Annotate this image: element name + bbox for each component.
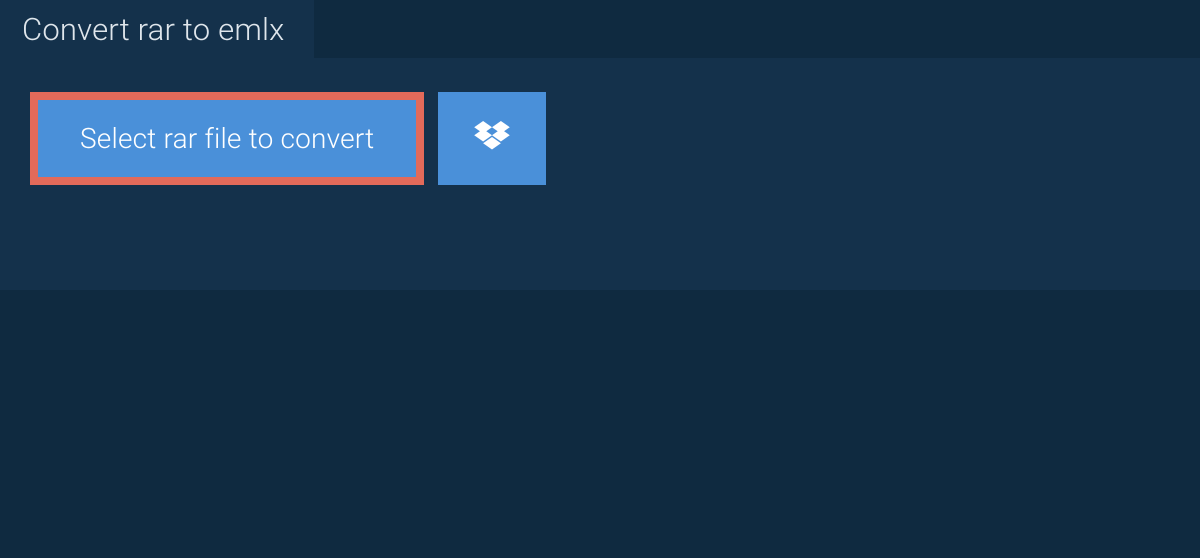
dropbox-icon [474,121,510,157]
tab-title: Convert rar to emlx [22,11,284,48]
dropbox-button[interactable] [438,92,546,185]
button-row: Select rar file to convert [0,58,1200,219]
conversion-panel: Convert rar to emlx Select rar file to c… [0,58,1200,290]
select-file-button[interactable]: Select rar file to convert [30,92,424,185]
select-file-label: Select rar file to convert [80,122,374,155]
tab-convert[interactable]: Convert rar to emlx [0,0,314,58]
